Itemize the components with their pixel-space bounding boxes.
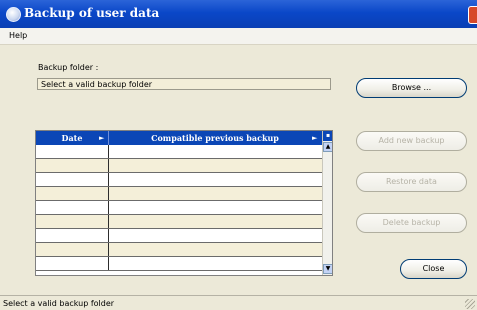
delete-backup-button[interactable]: Delete backup [356,213,467,233]
restore-data-button[interactable]: Restore data [356,172,467,192]
column-header-compatible-previous-backup[interactable]: Compatible previous backup ► [108,131,322,145]
date-cell [36,145,109,158]
table-row[interactable] [36,173,322,187]
table-row[interactable] [36,257,322,271]
date-cell [36,229,109,242]
scroll-down-icon[interactable]: ▼ [323,264,332,274]
app-icon [6,7,21,22]
menu-item-help[interactable]: Help [9,31,27,40]
sort-arrow-icon: ► [99,133,105,142]
date-cell [36,201,109,214]
table-row[interactable] [36,243,322,257]
table-row[interactable] [36,215,322,229]
close-button[interactable]: Close [400,259,467,279]
date-cell [36,187,109,200]
resize-grip-icon[interactable] [465,299,475,309]
add-new-backup-button[interactable]: Add new backup [356,131,467,151]
status-text: Select a valid backup folder [3,299,115,308]
table-row[interactable] [36,145,322,159]
table-row[interactable] [36,201,322,215]
scroll-menu-icon[interactable]: ▪ [323,131,332,141]
backup-folder-label: Backup folder : [38,63,99,72]
backup-table[interactable]: Date ► Compatible previous backup ► ▪ ▲ … [35,130,333,276]
table-row[interactable] [36,229,322,243]
vertical-scrollbar[interactable]: ▪ ▲ ▼ [322,131,332,275]
date-cell [36,215,109,228]
browse-button[interactable]: Browse ... [356,78,467,98]
window-close-button[interactable] [468,6,477,24]
date-cell [36,159,109,172]
title-bar: Backup of user data [0,0,477,28]
date-cell [36,243,109,256]
scroll-up-icon[interactable]: ▲ [323,142,332,152]
column-header-date[interactable]: Date ► [36,131,109,145]
menu-bar: Help [0,28,477,45]
sort-arrow-icon: ► [312,133,318,142]
date-cell [36,257,109,270]
backup-folder-field[interactable]: Select a valid backup folder [37,78,331,90]
window-title: Backup of user data [24,6,160,20]
date-cell [36,173,109,186]
status-bar: Select a valid backup folder [0,295,477,310]
table-row[interactable] [36,187,322,201]
table-row[interactable] [36,159,322,173]
table-header: Date ► Compatible previous backup ► [36,131,322,145]
